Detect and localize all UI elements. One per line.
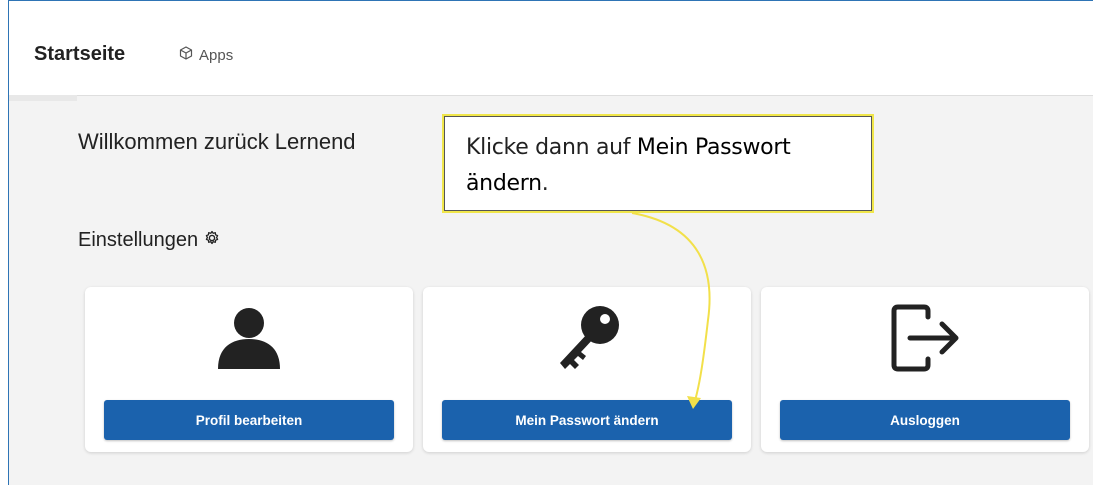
top-header: Startseite Apps <box>9 1 1093 96</box>
apps-link[interactable]: Apps <box>179 46 233 64</box>
welcome-heading: Willkommen zurück Lernend <box>78 129 356 154</box>
apps-label: Apps <box>199 46 234 64</box>
logout-button[interactable]: Ausloggen <box>780 400 1070 440</box>
instruction-callout: Klicke dann auf Mein Passwort ändern. <box>442 114 874 213</box>
settings-title: Einstellungen <box>78 229 199 251</box>
gear-icon <box>204 229 220 252</box>
key-icon <box>423 303 751 375</box>
person-icon <box>85 303 413 373</box>
password-card: Mein Passwort ändern <box>423 287 751 452</box>
callout-prefix: Klicke dann auf <box>466 135 637 160</box>
cube-icon <box>179 46 193 64</box>
settings-heading: Einstellungen <box>78 229 220 252</box>
page-title: Startseite <box>34 43 126 65</box>
edit-profile-button[interactable]: Profil bearbeiten <box>104 400 394 440</box>
logout-card: Ausloggen <box>761 287 1089 452</box>
callout-suffix: . <box>541 171 549 196</box>
logout-icon <box>761 303 1089 373</box>
tab-indicator <box>9 95 77 101</box>
change-password-button[interactable]: Mein Passwort ändern <box>442 400 732 440</box>
profile-card: Profil bearbeiten <box>85 287 413 452</box>
